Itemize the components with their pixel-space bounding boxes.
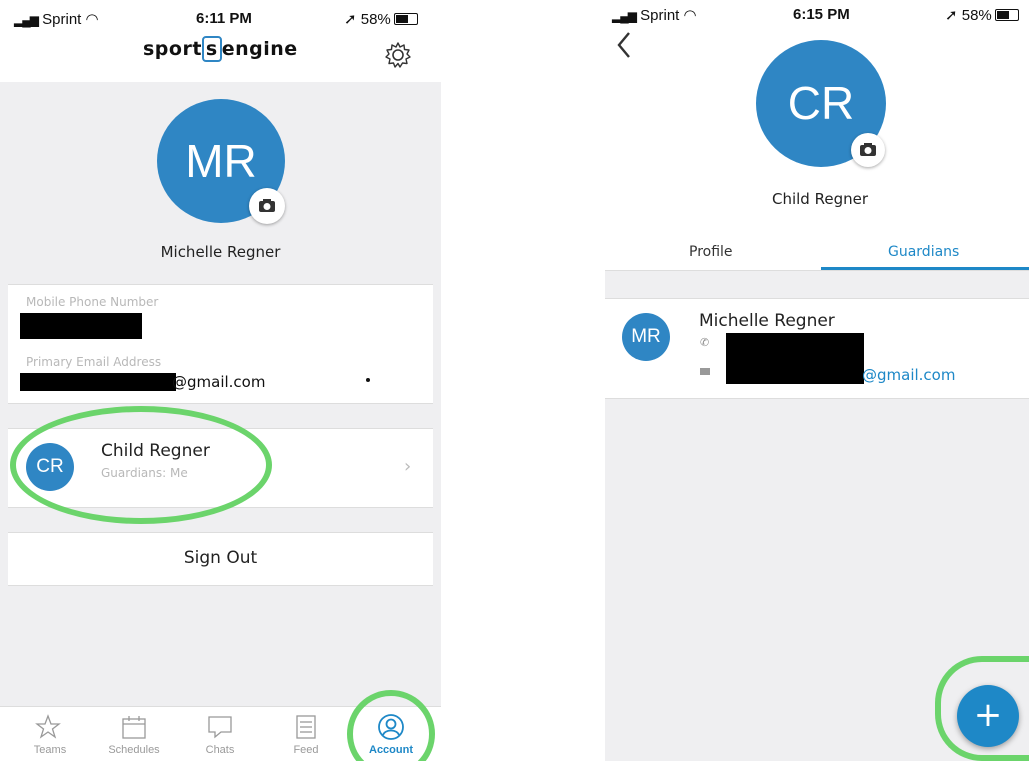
child-profile-screen: ▂▄▆ Sprint ◠ 6:15 PM ➚ 58% CR Child Regn…: [605, 0, 1029, 761]
profile-initials: MR: [185, 135, 257, 187]
logo-text-1: sport: [143, 38, 202, 60]
battery-right: ➚ 58%: [945, 6, 1019, 24]
signal-icon: ▂▄▆: [14, 13, 39, 27]
redacted-contact: [726, 333, 864, 384]
battery-percent: 58%: [961, 7, 992, 24]
calendar-icon: [120, 713, 148, 745]
status-time: 6:15 PM: [793, 6, 850, 23]
email-suffix: @gmail.com: [172, 373, 266, 391]
account-screen: ▂▄▆ Sprint ◠ 6:11 PM ➚ 58% sport s engine …: [0, 0, 441, 761]
guardian-avatar: MR: [622, 313, 670, 361]
tab-divider: [605, 270, 1029, 271]
carrier-label: Sprint: [42, 11, 82, 28]
star-icon: [34, 713, 62, 745]
location-icon: ➚: [344, 11, 357, 28]
settings-gear-icon[interactable]: [384, 41, 412, 69]
tab-feed[interactable]: Feed: [276, 744, 336, 756]
guardian-initials: MR: [631, 326, 661, 347]
highlight-circle-account: [347, 690, 435, 761]
highlight-circle-fab: [935, 656, 1029, 761]
redacted-email: [20, 373, 176, 391]
wifi-icon: ◠: [683, 7, 697, 24]
phone-icon: ✆: [700, 336, 710, 349]
battery-icon: [393, 13, 418, 25]
tab-schedules[interactable]: Schedules: [104, 744, 164, 756]
tab-profile[interactable]: Profile: [689, 244, 733, 260]
chevron-right-icon: ›: [404, 456, 412, 477]
highlight-circle-child: [10, 406, 272, 524]
status-time: 6:11 PM: [196, 10, 252, 27]
carrier-label: Sprint: [640, 7, 680, 24]
signal-icon: ▂▄▆: [612, 9, 637, 23]
carrier-right: ▂▄▆ Sprint ◠: [612, 6, 697, 24]
guardian-name: Michelle Regner: [699, 311, 835, 331]
email-label: Primary Email Address: [26, 355, 162, 369]
child-profile-initials: CR: [787, 77, 855, 129]
mail-icon: [700, 368, 710, 375]
wifi-icon: ◠: [85, 11, 99, 28]
chat-icon: [206, 713, 234, 745]
tab-teams[interactable]: Teams: [20, 744, 80, 756]
status-bar-right: ▂▄▆ Sprint ◠ 6:15 PM ➚ 58%: [605, 0, 1029, 36]
logo-text-3: engine: [221, 38, 298, 60]
dot-marker: [366, 378, 370, 382]
camera-icon[interactable]: [249, 188, 285, 224]
feed-icon: [292, 713, 320, 745]
status-bar: ▂▄▆ Sprint ◠ 6:11 PM ➚ 58%: [0, 0, 441, 36]
tab-guardians[interactable]: Guardians: [888, 244, 959, 260]
back-chevron-icon[interactable]: [615, 30, 633, 64]
sportsengine-logo: sport s engine: [143, 36, 298, 62]
location-icon: ➚: [945, 7, 958, 24]
redacted-phone: [20, 313, 142, 339]
tab-chats[interactable]: Chats: [190, 744, 250, 756]
phone-label: Mobile Phone Number: [26, 295, 159, 309]
carrier: ▂▄▆ Sprint ◠: [14, 10, 99, 28]
battery: ➚ 58%: [344, 10, 418, 28]
battery-icon: [994, 9, 1019, 21]
camera-icon[interactable]: [851, 133, 885, 167]
profile-name: Michelle Regner: [160, 243, 281, 261]
logo-text-2: s: [201, 36, 222, 62]
sign-out-button[interactable]: Sign Out: [8, 548, 433, 568]
battery-percent: 58%: [360, 11, 391, 28]
child-profile-name: Child Regner: [771, 190, 868, 208]
guardian-email-suffix: @gmail.com: [862, 366, 956, 384]
